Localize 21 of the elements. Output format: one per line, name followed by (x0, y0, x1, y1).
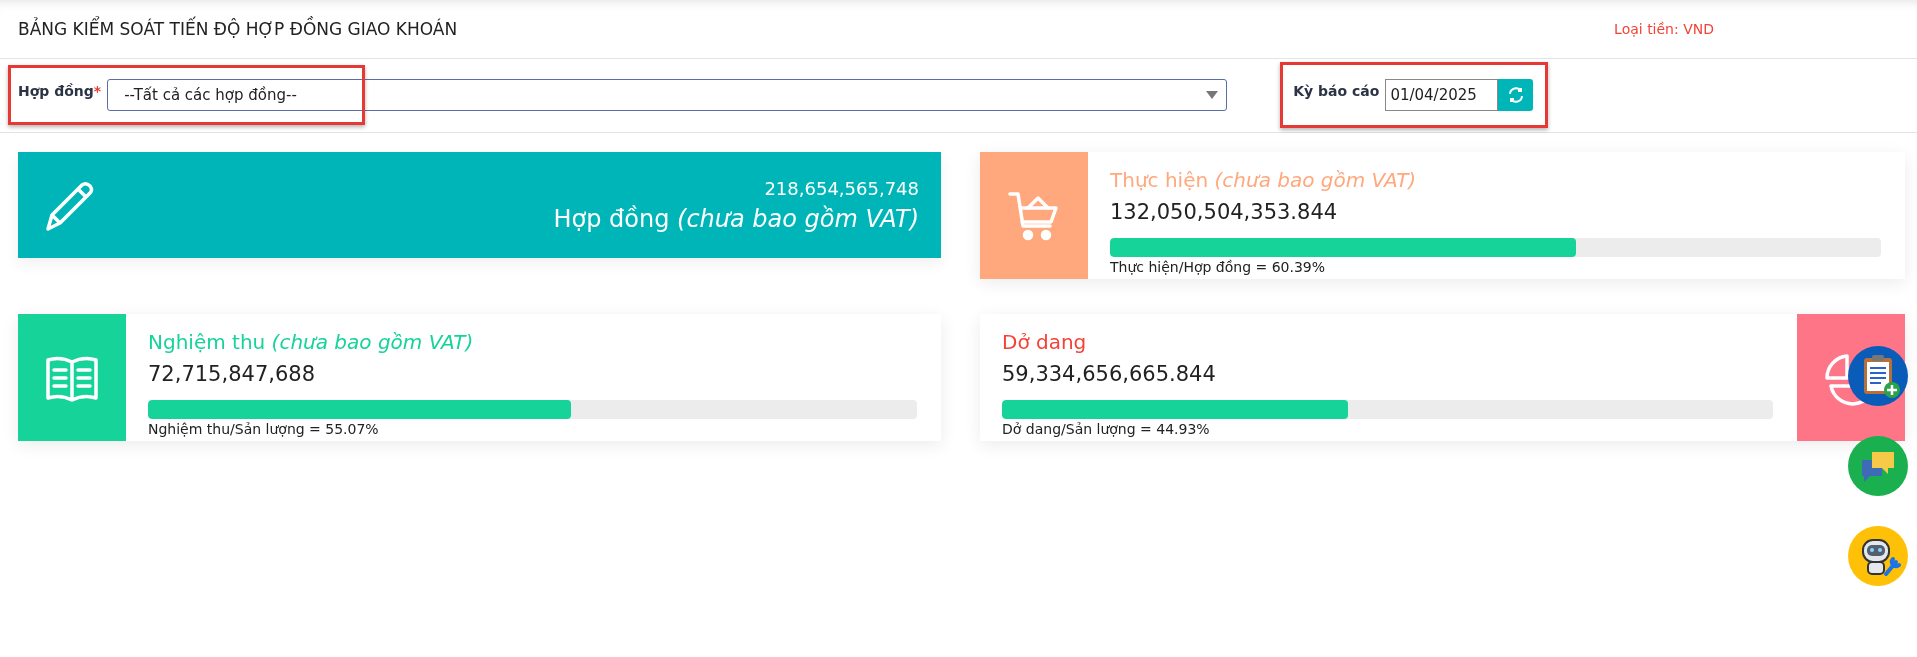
period-label: Kỳ báo cáo (1293, 82, 1380, 99)
contract-select[interactable]: --Tất cả các hợp đồng-- (107, 79, 1228, 111)
card-value: 132,050,504,353.844 (1110, 200, 1339, 224)
chat-icon[interactable] (1848, 436, 1908, 496)
ratio-text: Nghiệm thu/Sản lượng = 55.07% (148, 421, 380, 437)
card-title: Thực hiện (chưa bao gồm VAT) (1110, 168, 1418, 192)
card-title: Dở dang (1002, 330, 1088, 354)
dropdown-caret-icon (1206, 91, 1219, 99)
card-value: 72,715,847,688 (148, 362, 316, 386)
date-field[interactable]: 01/04/2025 (1385, 79, 1499, 111)
ratio-text: Thực hiện/Hợp đồng = 60.39% (1110, 259, 1327, 275)
contract-label: Hợp đồng* (18, 82, 102, 99)
banner-title: Hợp đồng (chưa bao gồm VAT) (553, 204, 919, 233)
refresh-icon (1507, 87, 1524, 103)
card-title: Nghiệm thu (chưa bao gồm VAT) (148, 330, 475, 354)
robot-icon[interactable] (1848, 526, 1908, 586)
clipboard-add-icon[interactable] (1848, 346, 1908, 406)
card-value: 59,334,656,665.844 (1002, 362, 1217, 386)
banner-value: 218,654,565,748 (763, 177, 919, 199)
currency-label: Loại tiền: VND (1614, 21, 1714, 37)
ratio-text: Dở dang/Sản lượng = 44.93% (1002, 421, 1211, 437)
